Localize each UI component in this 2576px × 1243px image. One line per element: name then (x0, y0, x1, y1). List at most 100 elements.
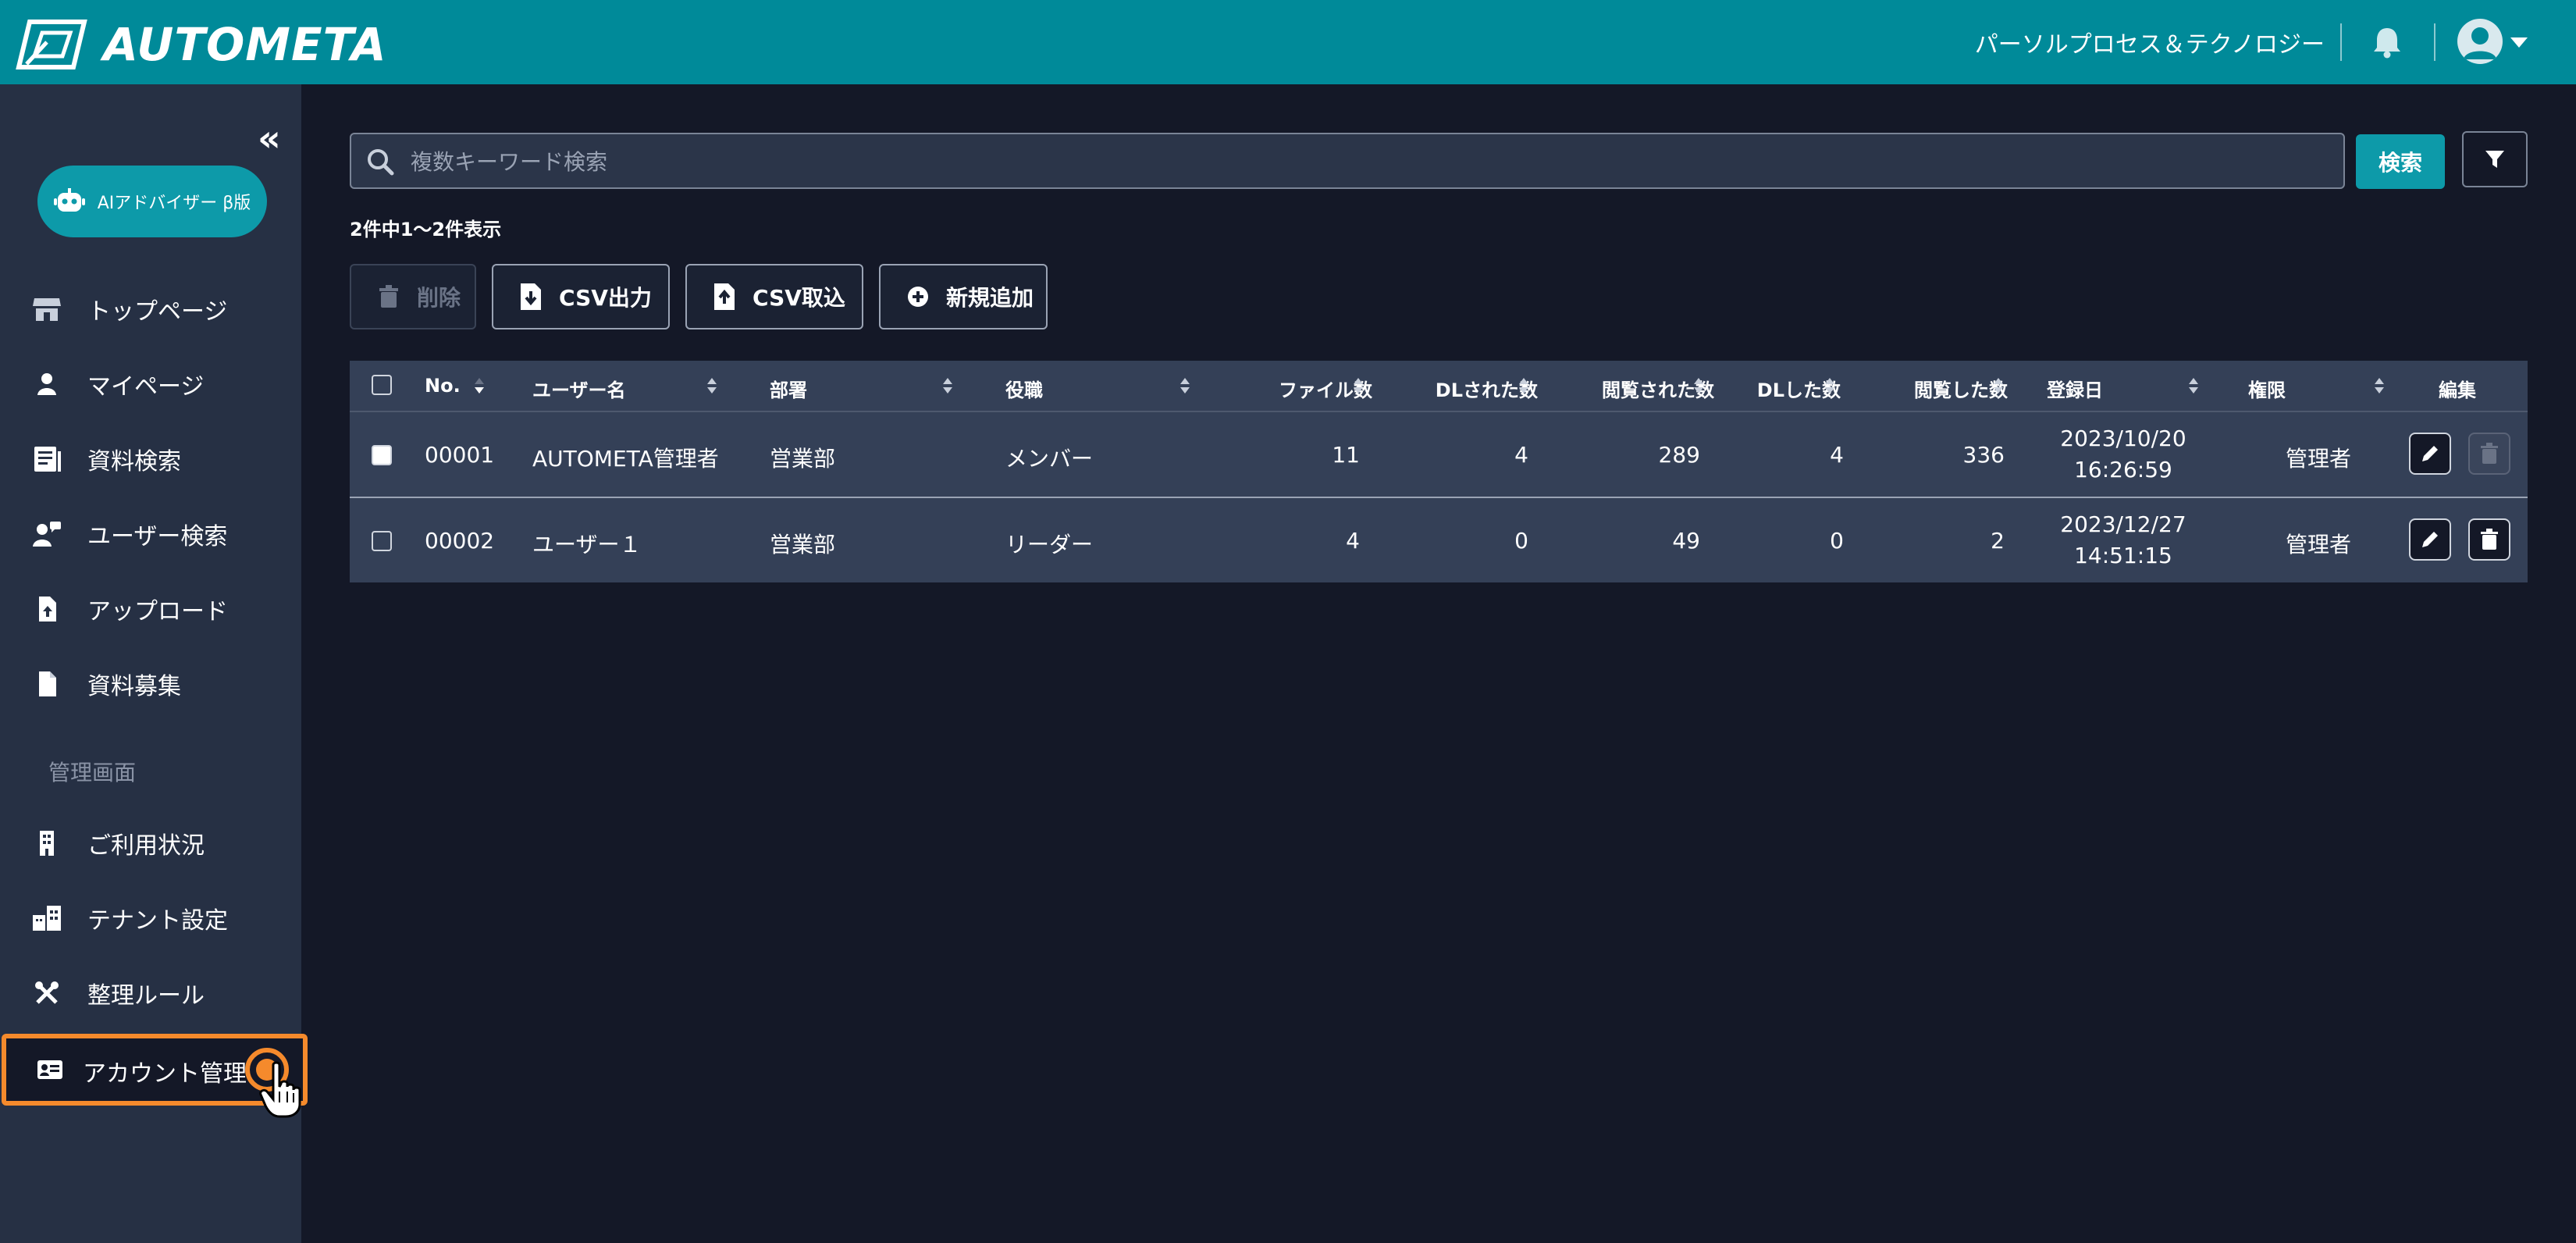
cell-time: 16:26:59 (2074, 457, 2172, 483)
sort-icon[interactable] (1179, 376, 1191, 395)
csv-import-button[interactable]: CSV取込 (685, 264, 863, 329)
add-new-button[interactable]: 新規追加 (879, 264, 1048, 329)
sidebar-item-label: 資料検索 (87, 448, 181, 475)
sidebar-item-account-management[interactable]: アカウント管理 (2, 1034, 308, 1118)
cell-dl-received: 0 (1514, 528, 1528, 554)
app-logo[interactable]: AUTOMETA (16, 18, 387, 71)
cell-views-done: 336 (1962, 442, 2005, 468)
cell-position: メンバー (1005, 446, 1094, 472)
csv-export-button[interactable]: CSV出力 (492, 264, 670, 329)
building-icon (30, 826, 64, 860)
logo-text: AUTOMETA (103, 18, 387, 71)
sidebar-item-tenant-settings[interactable]: テナント設定 (0, 887, 301, 949)
plus-circle-icon (904, 283, 932, 311)
cell-time: 14:51:15 (2074, 543, 2172, 568)
file-icon (30, 667, 64, 701)
sort-icon[interactable] (1823, 376, 1836, 395)
robot-icon (53, 188, 85, 212)
result-count: 2件中1〜2件表示 (350, 219, 502, 240)
user-search-icon (30, 517, 64, 551)
cell-date: 2023/12/27 (2060, 511, 2186, 537)
column-header-edit: 編集 (2439, 379, 2476, 401)
edit-button[interactable] (2409, 433, 2451, 475)
cell-views-received: 49 (1672, 528, 1700, 554)
cell-role: 管理者 (2286, 532, 2352, 557)
sidebar-item-document-search[interactable]: 資料検索 (0, 428, 301, 490)
sort-icon[interactable] (1352, 376, 1364, 395)
user-icon (30, 367, 64, 401)
delete-row-button[interactable] (2468, 433, 2510, 475)
add-new-label: 新規追加 (946, 285, 1034, 311)
cell-registered-date: 2023/10/20 16:26:59 (2053, 423, 2194, 486)
column-header-registered-date[interactable]: 登録日 (2047, 375, 2103, 402)
sidebar-item-usage[interactable]: ご利用状況 (0, 812, 301, 874)
cell-department: 営業部 (770, 532, 836, 557)
avatar[interactable] (2457, 19, 2503, 64)
tools-icon (30, 976, 64, 1010)
company-name: パーソルプロセス＆テクノロジー (1974, 31, 2325, 59)
column-header-no[interactable]: No. (425, 375, 461, 397)
file-download-icon (517, 283, 545, 311)
column-header-username[interactable]: ユーザー名 (532, 375, 626, 402)
cell-date: 2023/10/20 (2060, 426, 2186, 451)
tenant-icon (30, 901, 64, 935)
row-checkbox[interactable] (372, 445, 392, 465)
search-button[interactable]: 検索 (2356, 134, 2445, 189)
edit-button[interactable] (2409, 518, 2451, 561)
row-checkbox[interactable] (372, 531, 392, 551)
admin-section-label: 管理画面 (48, 760, 137, 785)
document-list-icon (30, 442, 64, 476)
csv-export-label: CSV出力 (559, 285, 652, 311)
column-header-views-done[interactable]: 閲覧した数 (1883, 375, 2008, 402)
cell-dl-done: 4 (1830, 442, 1844, 468)
column-header-position[interactable]: 役職 (1005, 375, 1043, 402)
id-card-icon (33, 1052, 67, 1087)
column-header-views-received[interactable]: 閲覧された数 (1561, 375, 1714, 402)
sort-icon[interactable] (1517, 376, 1530, 395)
delete-row-button[interactable] (2468, 518, 2510, 561)
sidebar-item-user-search[interactable]: ユーザー検索 (0, 503, 301, 565)
sort-icon[interactable] (706, 376, 718, 395)
hand-cursor-icon (259, 1061, 301, 1118)
cell-username: AUTOMETA管理者 (532, 446, 719, 472)
sort-icon[interactable] (2373, 376, 2386, 395)
sidebar-item-label: アップロード (87, 598, 228, 625)
pencil-icon (2422, 532, 2438, 547)
cell-dl-received: 4 (1514, 442, 1528, 468)
filter-icon (2485, 151, 2504, 168)
filter-button[interactable] (2462, 131, 2528, 187)
bell-icon[interactable] (2368, 23, 2406, 61)
table-row[interactable]: 00002 ユーザー１ 営業部 リーダー 4 0 49 0 2 2023/12/… (350, 497, 2528, 582)
sidebar-item-label: ご利用状況 (87, 832, 205, 860)
sidebar-item-document-request[interactable]: 資料募集 (0, 653, 301, 715)
delete-button[interactable]: 削除 (350, 264, 476, 329)
search-input[interactable] (411, 142, 2315, 181)
sort-icon[interactable] (473, 376, 486, 395)
sidebar-item-my-page[interactable]: マイページ (0, 353, 301, 415)
cell-file-count: 11 (1332, 442, 1360, 468)
trash-icon (2481, 529, 2498, 550)
cell-department: 営業部 (770, 446, 836, 472)
top-header: AUTOMETA パーソルプロセス＆テクノロジー (0, 0, 2576, 84)
sidebar-item-label: テナント設定 (87, 907, 228, 935)
pencil-icon (2422, 446, 2438, 461)
table-header: No. ユーザー名 部署 役職 ファイル数 DLされた数 閲覧された数 DLした… (350, 361, 2528, 411)
table-row[interactable]: 00001 AUTOMETA管理者 営業部 メンバー 11 4 289 4 33… (350, 411, 2528, 497)
chevron-down-icon[interactable] (2510, 37, 2528, 48)
column-header-department[interactable]: 部署 (770, 375, 807, 402)
sidebar-item-top-page[interactable]: トップページ (0, 278, 301, 340)
sidebar-item-label: 整理ルール (87, 982, 205, 1010)
sidebar-item-upload[interactable]: アップロード (0, 578, 301, 640)
sort-icon[interactable] (2187, 376, 2200, 395)
collapse-sidebar-icon[interactable]: « (258, 120, 281, 156)
sidebar-item-rules[interactable]: 整理ルール (0, 962, 301, 1024)
file-upload-icon (710, 283, 738, 311)
sort-icon[interactable] (1692, 376, 1705, 395)
sort-icon[interactable] (1992, 376, 2005, 395)
sidebar-item-label: アカウント管理 (83, 1060, 247, 1088)
ai-advisor-button[interactable]: AIアドバイザー β版 (37, 166, 267, 237)
select-all-checkbox[interactable] (372, 375, 392, 395)
ai-advisor-label: AIアドバイザー β版 (97, 194, 251, 213)
sort-icon[interactable] (941, 376, 954, 395)
column-header-role[interactable]: 権限 (2248, 375, 2286, 402)
